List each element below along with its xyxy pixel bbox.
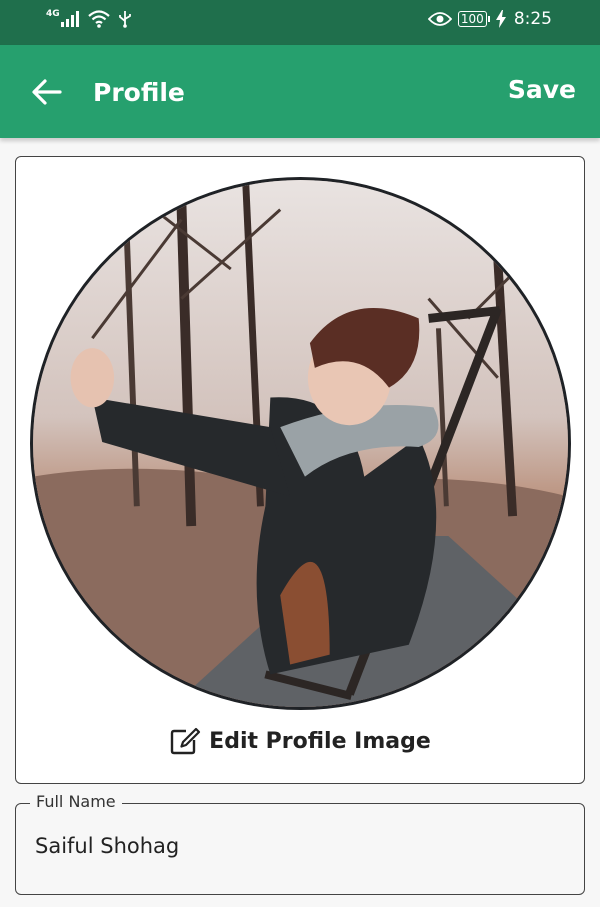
edit-profile-image-button[interactable]: Edit Profile Image <box>16 727 584 755</box>
back-button[interactable] <box>30 75 64 109</box>
battery-icon: 100 <box>457 11 490 27</box>
profile-photo <box>33 180 568 707</box>
full-name-input[interactable] <box>35 834 555 858</box>
profile-avatar[interactable] <box>30 177 571 710</box>
save-button[interactable]: Save <box>508 75 576 104</box>
status-right-group: 100 8:25 <box>427 9 552 29</box>
signal-icon <box>60 11 79 27</box>
network-type: 4G <box>46 9 60 19</box>
arrow-left-icon <box>32 79 62 105</box>
clock: 8:25 <box>513 9 552 29</box>
charging-icon <box>495 10 506 28</box>
usb-icon <box>118 11 131 28</box>
status-left-group: 4G <box>46 9 132 28</box>
edit-icon <box>170 727 201 755</box>
full-name-label: Full Name <box>30 792 122 811</box>
eye-icon <box>427 12 452 26</box>
wifi-icon <box>87 10 110 28</box>
status-bar: 4G 100 8:25 <box>0 0 600 45</box>
edit-profile-image-label: Edit Profile Image <box>209 728 431 754</box>
profile-image-card: Edit Profile Image <box>15 156 585 784</box>
full-name-field: Full Name <box>15 792 585 895</box>
app-bar: Profile Save <box>0 45 600 138</box>
page-title: Profile <box>93 78 185 107</box>
